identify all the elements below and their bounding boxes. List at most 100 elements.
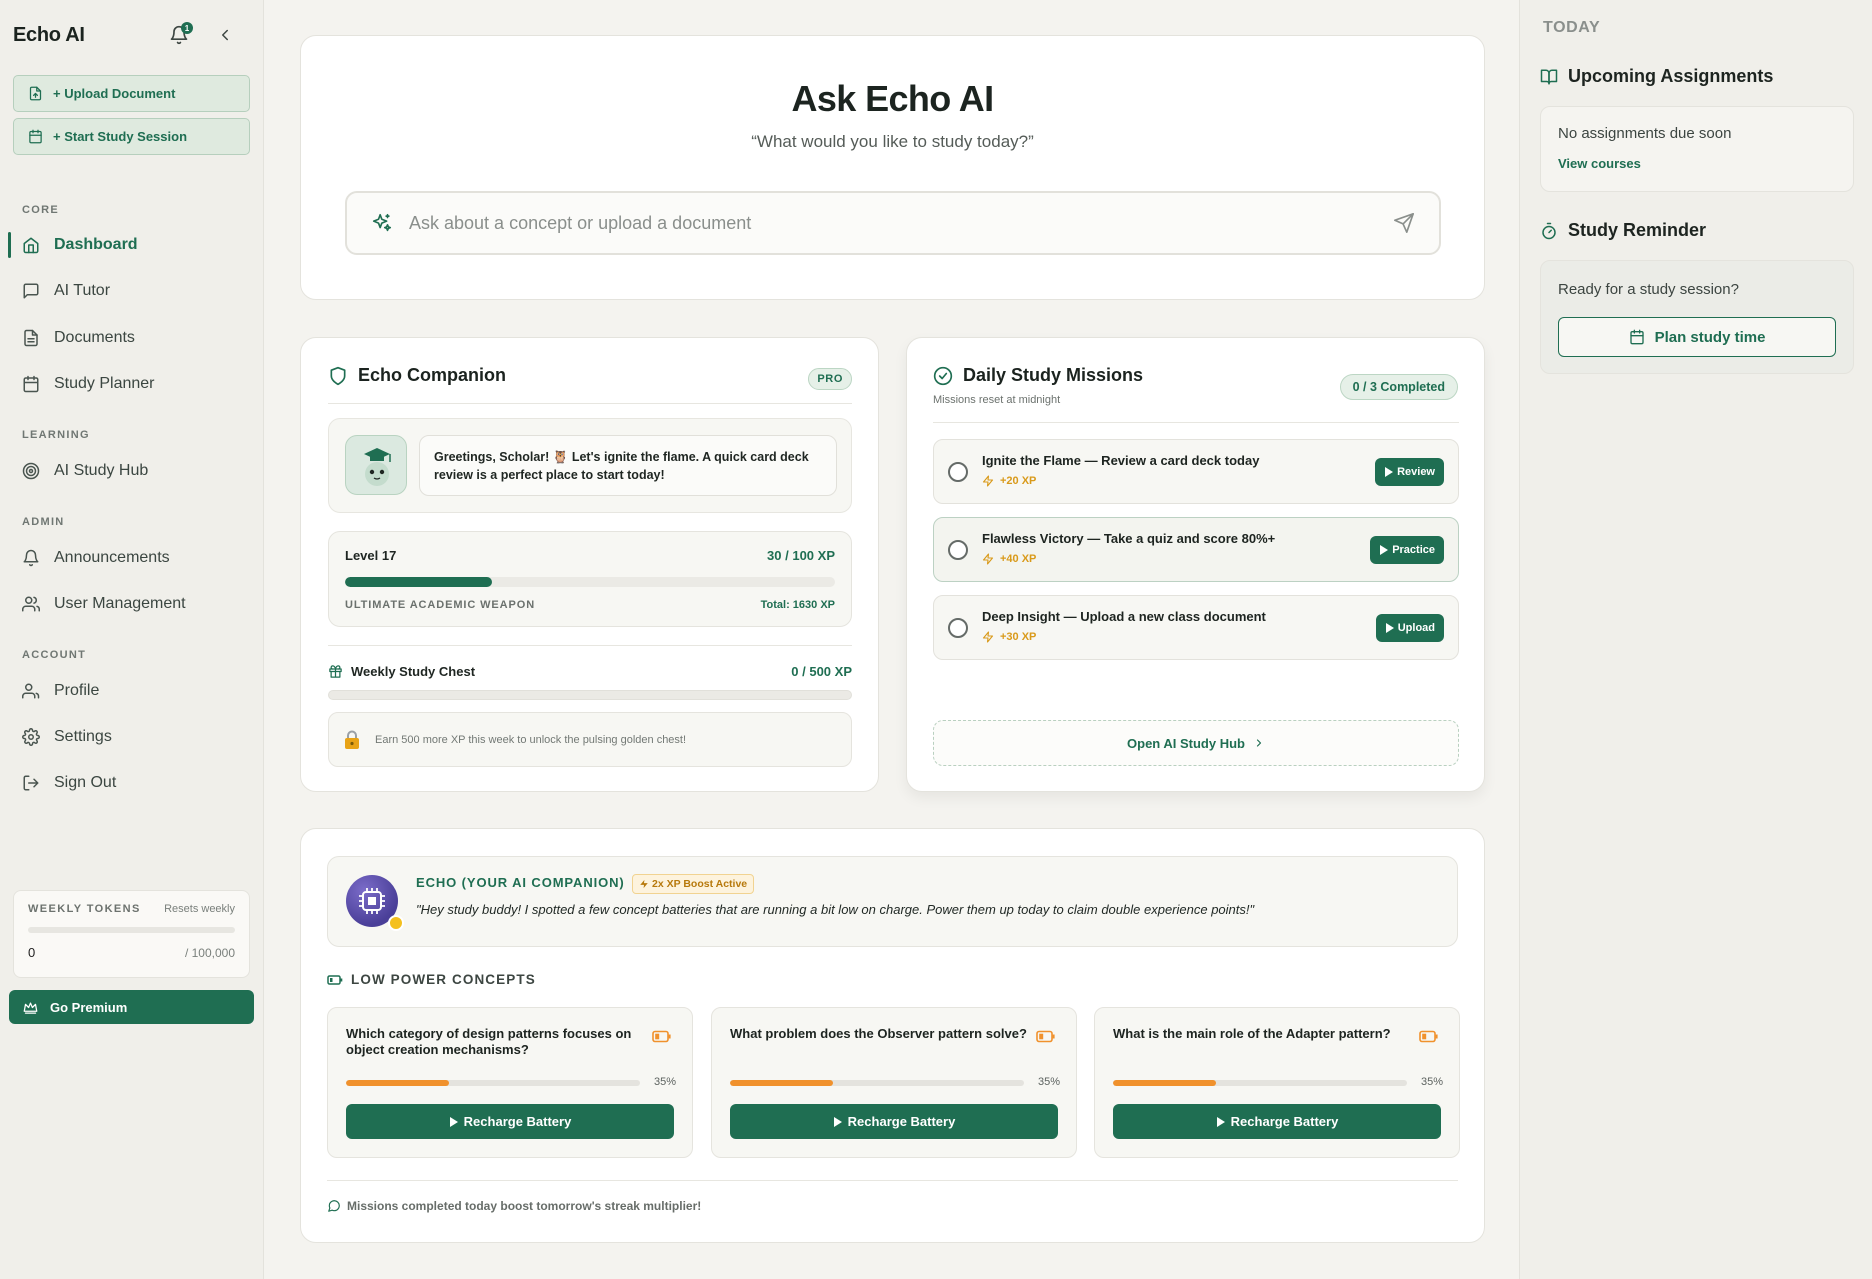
sidebar: Echo AI 1 + Upload Document + Start Stud… [0,0,264,1279]
users-icon [22,595,40,613]
concept-charge-bar [346,1080,640,1086]
rank-title: ULTIMATE ACADEMIC WEAPON [345,599,536,611]
divider [327,1180,1458,1181]
recharge-battery-button[interactable]: Recharge Battery [730,1104,1058,1139]
weekly-chest-title: Weekly Study Chest [351,664,476,679]
mission-checkbox[interactable] [948,462,968,482]
chest-note-text: Earn 500 more XP this week to unlock the… [375,733,687,746]
mission-xp-value: +30 XP [1000,631,1037,643]
sidebar-header: Echo AI 1 [13,20,237,50]
sidebar-item-label: Study Planner [54,375,155,392]
mission-xp-value: +20 XP [1000,475,1037,487]
mission-upload-button[interactable]: Upload [1375,614,1444,642]
ask-subtitle: “What would you like to study today?” [751,132,1034,151]
sidebar-item-user-management[interactable]: User Management [0,585,263,623]
greeting-bubble: Greetings, Scholar! 🦉 Let's ignite the f… [419,435,837,496]
bell-icon [22,549,40,567]
sidebar-item-announcements[interactable]: Announcements [0,539,263,577]
level-box: Level 17 30 / 100 XP ULTIMATE ACADEMIC W… [328,531,852,627]
sidebar-item-profile[interactable]: Profile [0,672,263,710]
sidebar-item-documents[interactable]: Documents [0,319,263,357]
send-icon[interactable] [1393,212,1415,234]
concept-charge-fill [730,1080,833,1086]
lightning-icon [982,631,994,643]
battery-low-icon [327,974,343,986]
view-courses-link[interactable]: View courses [1558,156,1641,171]
notifications-button[interactable]: 1 [167,22,193,48]
weekly-tokens-label: WEEKLY TOKENS [28,903,141,915]
start-study-session-button[interactable]: + Start Study Session [13,118,250,155]
mission-title: Flawless Victory — Take a quiz and score… [982,531,1276,546]
greeting-box: Greetings, Scholar! 🦉 Let's ignite the f… [328,418,852,513]
sidebar-item-label: Profile [54,682,100,699]
reminder-header: Study Reminder [1540,220,1706,241]
concept-charge-percent: 35% [653,1076,676,1088]
go-premium-button[interactable]: Go Premium [9,990,254,1024]
sidebar-item-ai-study-hub[interactable]: AI Study Hub [0,452,263,490]
sidebar-item-ai-tutor[interactable]: AI Tutor [0,272,263,310]
concept-card: Which category of design patterns focuse… [327,1007,693,1158]
sidebar-item-sign-out[interactable]: Sign Out [0,764,263,802]
missions-header: Daily Study Missions [933,365,1143,386]
mission-practice-button[interactable]: Practice [1370,536,1444,564]
daily-missions-card: Daily Study Missions Missions reset at m… [906,337,1485,792]
sidebar-item-label: Announcements [54,549,170,566]
upload-document-label: + Upload Document [53,86,176,101]
mission-title: Ignite the Flame — Review a card deck to… [982,453,1260,468]
section-label-learning: LEARNING [22,429,90,441]
weekly-chest-progress-bar [328,690,852,700]
collapse-sidebar-icon[interactable] [213,23,237,47]
reminder-title: Study Reminder [1568,220,1707,240]
echo-concepts-card: ECHO (YOUR AI COMPANION) 2x XP Boost Act… [300,828,1485,1243]
total-xp: Total: 1630 XP [760,599,835,611]
ask-echo-card: Ask Echo AI “What would you like to stud… [300,35,1485,300]
recharge-battery-button[interactable]: Recharge Battery [346,1104,674,1139]
sidebar-item-label: Settings [54,728,112,745]
battery-low-icon [652,1030,672,1043]
sidebar-item-study-planner[interactable]: Study Planner [0,365,263,403]
concept-question: What problem does the Observer pattern s… [730,1026,1027,1041]
plan-study-time-label: Plan study time [1654,328,1766,346]
app-title: Echo AI [13,23,85,46]
ask-input-wrapper [345,191,1441,255]
upload-document-button[interactable]: + Upload Document [13,75,250,112]
play-icon [1384,467,1394,477]
level-progress-bar [345,577,835,587]
notification-badge: 1 [181,22,193,34]
level-xp: 30 / 100 XP [767,548,835,563]
concept-card: What is the main role of the Adapter pat… [1094,1007,1460,1158]
today-label: TODAY [1543,19,1601,36]
section-label-core: CORE [22,204,59,216]
section-label-account: ACCOUNT [22,649,87,661]
timer-icon [1540,222,1558,240]
gear-icon [22,728,40,746]
shield-icon [328,366,348,386]
lightning-icon [982,553,994,565]
plan-study-time-button[interactable]: Plan study time [1558,317,1836,357]
ask-title: Ask Echo AI [791,78,994,119]
missions-title: Daily Study Missions [963,365,1144,385]
mission-review-button[interactable]: Review [1375,458,1444,486]
right-panel: TODAY Upcoming Assignments No assignment… [1519,0,1872,1279]
mission-item: Flawless Victory — Take a quiz and score… [933,517,1459,582]
pro-badge: PRO [808,368,852,390]
sidebar-item-dashboard[interactable]: Dashboard [0,226,263,264]
target-icon [22,462,40,480]
echo-name: ECHO (YOUR AI COMPANION) [416,875,625,890]
tokens-max: / 100,000 [184,945,235,960]
open-study-hub-button[interactable]: Open AI Study Hub [933,720,1459,766]
mission-checkbox[interactable] [948,618,968,638]
concept-question: Which category of design patterns focuse… [346,1026,632,1057]
mission-button-label: Practice [1392,544,1435,556]
mission-checkbox[interactable] [948,540,968,560]
ask-input[interactable] [409,212,1393,234]
tokens-reset-note: Resets weekly [164,903,235,915]
low-power-header: LOW POWER CONCEPTS [327,972,536,987]
play-icon [1216,1116,1225,1127]
divider [328,645,852,646]
reminder-card: Ready for a study session? Plan study ti… [1540,260,1854,374]
low-power-title: LOW POWER CONCEPTS [351,972,536,987]
start-study-session-label: + Start Study Session [53,129,188,144]
sidebar-item-settings[interactable]: Settings [0,718,263,756]
recharge-battery-button[interactable]: Recharge Battery [1113,1104,1441,1139]
